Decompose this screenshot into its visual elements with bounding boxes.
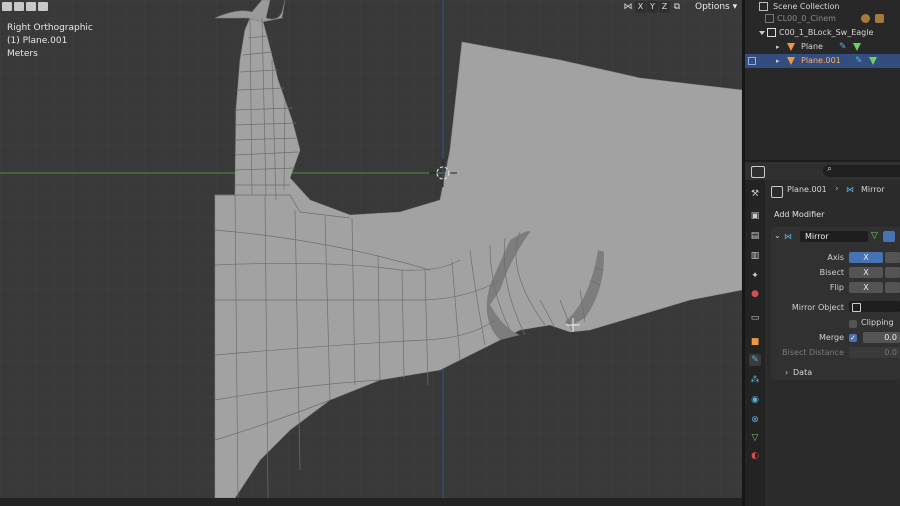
realtime-toggle-icon[interactable] [883,231,895,242]
axis-x-toggle[interactable]: X [635,1,646,13]
flip-y-button[interactable] [885,282,900,293]
mode-extend-icon[interactable] [14,2,24,11]
bisect-x-button[interactable]: X [849,267,883,278]
chevron-right-icon[interactable]: › [785,368,788,377]
outliner-row-c00[interactable]: C00_1_BLock_Sw_Eagle [745,26,900,40]
object-icon [852,303,861,312]
mirror-object-label: Mirror Object [791,303,844,312]
mirror-object-field[interactable] [849,301,900,312]
clipping-label: Clipping [861,318,894,327]
bisect-distance-label: Bisect Distance [782,348,844,357]
selection-indicator-icon [748,57,756,65]
mirror-modifier-panel[interactable]: ⌄ ⋈ Mirror ▽ Axis X Bisect X Flip X Mirr… [771,227,900,380]
merge-checkbox[interactable]: ✓ [849,334,857,342]
mesh-object-icon [787,43,795,51]
mirror-modifier-icon: ⋈ [846,185,854,194]
bisect-y-button[interactable] [885,267,900,278]
merge-label: Merge [819,333,844,342]
axis-label: Axis [827,253,844,262]
physics-tab-icon[interactable]: ◉ [749,394,761,406]
butterfly-icon: ⋈ [623,2,633,12]
axis-y-toggle[interactable]: Y [647,1,658,13]
mirror-axis-toggles[interactable]: ⋈ X Y Z ⧉ [622,1,683,13]
data-tab-icon[interactable]: ▽ [749,432,761,444]
collection-icon [767,28,776,37]
search-icon: ⌕ [827,164,833,174]
flip-label: Flip [829,283,844,292]
scene-tab-icon[interactable]: ✦ [749,270,761,282]
data-subpanel-header[interactable]: Data [793,368,812,377]
axis-z-toggle[interactable]: Z [659,1,670,13]
axis-y-button[interactable] [885,252,900,263]
chevron-right-icon[interactable]: ▸ [776,54,785,65]
select-box-icon[interactable] [2,2,12,11]
view-layer-tab-icon[interactable]: ▥ [749,250,761,262]
properties-header[interactable]: ⌕ [745,162,900,180]
editor-type-icon[interactable] [751,166,765,178]
outliner-row-cl00[interactable]: CL00_0_Cinem [745,12,900,26]
viewport-info: Right Orthographic (1) Plane.001 Meters [7,22,93,61]
constraints-tab-icon[interactable]: ⊗ [749,414,761,426]
mesh-data-icon[interactable] [869,57,877,65]
mode-subtract-icon[interactable] [26,2,36,11]
mode-invert-icon[interactable] [38,2,48,11]
bisect-distance-field[interactable]: 0.0 [849,347,900,358]
material-tab-icon[interactable]: ◐ [749,450,761,462]
wrench-icon[interactable]: ✎ [855,54,864,66]
outliner-panel[interactable]: Scene Collection CL00_0_Cinem C00_1_BLoc… [745,0,900,160]
properties-content[interactable]: Plane.001 › ⋈ Mirror Add Modifier ⌄ ⋈ Mi… [765,180,900,506]
breadcrumb-object: Plane.001 [787,185,827,194]
world-tab-icon[interactable]: ● [749,288,761,300]
add-modifier-button[interactable]: Add Modifier [774,210,824,219]
modifier-tab-icon[interactable]: ✎ [749,354,761,366]
status-bar [0,498,742,506]
viewport-canvas[interactable] [0,0,742,498]
outliner-row-plane-001[interactable]: ▸ Plane.001 ✎ [745,54,900,68]
collection-tab-icon[interactable]: ▭ [749,312,761,324]
chevron-right-icon[interactable]: ▸ [776,40,785,51]
outliner-row-plane[interactable]: ▸ Plane ✎ [745,40,900,54]
axis-x-button[interactable]: X [849,252,883,263]
3d-viewport[interactable]: Right Orthographic (1) Plane.001 Meters … [0,0,742,498]
modifier-name-field[interactable]: Mirror [800,231,868,242]
tool-tab-icon[interactable]: ⚒ [749,188,761,200]
chevron-down-icon[interactable]: ⌄ [774,231,781,240]
breadcrumb-modifier: Mirror [861,185,885,194]
properties-search-field[interactable]: ⌕ [823,164,900,177]
mirror-modifier-icon: ⋈ [784,232,792,241]
viewport-mode-buttons[interactable] [2,2,48,11]
particles-tab-icon[interactable]: ⁂ [749,374,761,386]
render-tab-icon[interactable]: ▣ [749,210,761,222]
properties-tabs[interactable]: ⚒ ▣ ▤ ▥ ✦ ● ▭ ■ ✎ ⁂ ◉ ⊗ ▽ ◐ [745,180,765,506]
light-icon [861,14,870,23]
view-name: Right Orthographic [7,23,93,33]
mesh-object-icon [787,57,795,65]
clipping-checkbox[interactable] [849,320,857,328]
edit-mode-toggle-icon[interactable]: ▽ [871,231,878,241]
chevron-down-icon[interactable] [759,31,765,35]
mesh-data-icon[interactable] [853,43,861,51]
active-object-name: (1) Plane.001 [7,36,68,46]
camera-icon [875,14,884,23]
scene-collection-icon [759,2,768,11]
options-dropdown[interactable]: Options ▾ [692,1,740,14]
options-label: Options [695,2,730,12]
unit-system: Meters [7,49,38,59]
breadcrumb-separator-icon: › [835,184,839,194]
flip-x-button[interactable]: X [849,282,883,293]
output-tab-icon[interactable]: ▤ [749,230,761,242]
collection-icon [765,14,774,23]
overlay-icon[interactable]: ⧉ [671,1,683,13]
merge-distance-field[interactable]: 0.0 [863,332,900,343]
object-tab-icon[interactable]: ■ [749,336,761,348]
object-icon [771,186,783,198]
wrench-icon[interactable]: ✎ [839,40,848,52]
bisect-label: Bisect [819,268,844,277]
